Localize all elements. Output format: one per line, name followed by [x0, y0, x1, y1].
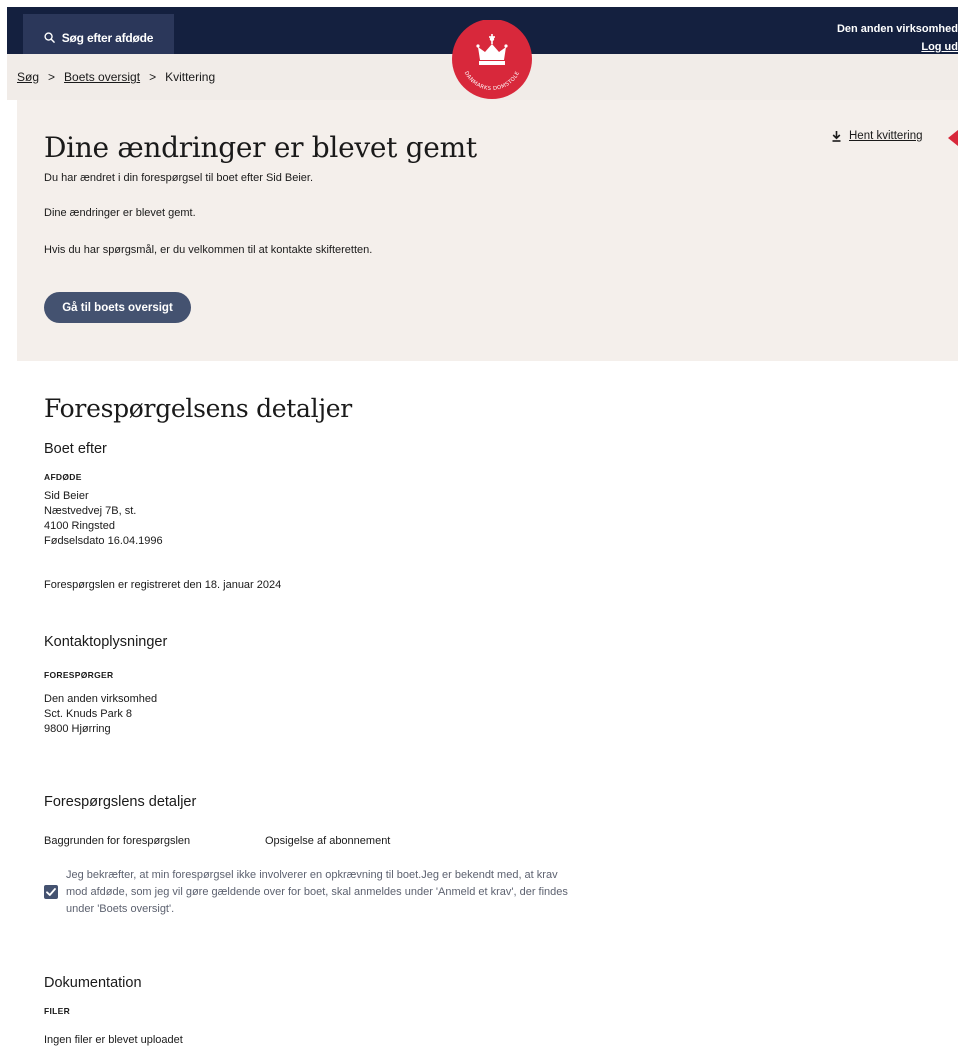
requester-address: Sct. Knuds Park 8	[44, 708, 133, 720]
receipt-line-changed: Du har ændret i din forespørgsel til boe…	[44, 172, 314, 184]
breadcrumb-item-search[interactable]: Søg	[17, 70, 39, 84]
estate-heading: Boet efter	[44, 441, 107, 457]
deceased-info: Sid Beier Næstvedvej 7B, st. 4100 Ringst…	[44, 489, 163, 549]
red-marker	[948, 130, 958, 146]
confirm-line-3: under 'Boets oversigt'.	[66, 903, 175, 915]
search-icon	[44, 32, 55, 43]
checkmark-icon	[46, 888, 56, 896]
download-icon	[832, 130, 841, 142]
logout-link[interactable]: Log ud	[921, 41, 958, 53]
breadcrumb-item-receipt: Kvittering	[165, 70, 216, 84]
download-receipt-link[interactable]: Hent kvittering	[832, 130, 923, 142]
request-details-heading: Forespørgslens detaljer	[44, 794, 197, 810]
registered-date: Forespørgslen er registreret den 18. jan…	[44, 579, 282, 591]
deceased-name: Sid Beier	[44, 490, 89, 502]
requester-name: Den anden virksomhed	[44, 693, 158, 705]
danmarks-domstole-logo[interactable]: DANMARKS DOMSTOLE	[449, 20, 535, 102]
confirm-line-2: mod afdøde, som jeg vil gøre gældende ov…	[66, 886, 568, 898]
breadcrumb-separator: >	[149, 70, 157, 84]
breadcrumb-separator: >	[48, 70, 56, 84]
go-to-estate-overview-button[interactable]: Gå til boets oversigt	[44, 292, 191, 323]
no-files-text: Ingen filer er blevet uploadet	[44, 1034, 183, 1046]
confirm-line-1: Jeg bekræfter, at min forespørgsel ikke …	[66, 869, 558, 881]
requester-label: FORESPØRGER	[44, 670, 114, 680]
search-deceased-label: Søg efter afdøde	[61, 30, 154, 45]
requester-info: Den anden virksomhed Sct. Knuds Park 8 9…	[44, 692, 157, 737]
breadcrumb: Søg > Boets oversigt > Kvittering	[17, 70, 215, 84]
left-edge	[0, 0, 7, 1047]
requester-city: 9800 Hjørring	[44, 723, 111, 735]
breadcrumb-item-estate-overview[interactable]: Boets oversigt	[64, 70, 140, 84]
deceased-city: 4100 Ringsted	[44, 520, 115, 532]
deceased-birthdate: Fødselsdato 16.04.1996	[44, 535, 163, 547]
receipt-line-contact: Hvis du har spørgsmål, er du velkommen t…	[44, 244, 373, 256]
confirm-text: Jeg bekræfter, at min forespørgsel ikke …	[66, 867, 626, 918]
download-receipt-label: Hent kvittering	[849, 130, 923, 142]
files-label: FILER	[44, 1006, 71, 1016]
deceased-label: AFDØDE	[44, 472, 82, 482]
contact-heading: Kontaktoplysninger	[44, 634, 168, 650]
documentation-heading: Dokumentation	[44, 975, 142, 991]
deceased-address: Næstvedvej 7B, st.	[44, 505, 137, 517]
confirm-checkbox[interactable]	[44, 885, 58, 899]
page-title: Dine ændringer er blevet gemt	[44, 131, 477, 164]
details-title: Forespørgelsens detaljer	[44, 394, 352, 423]
reason-key: Baggrunden for forespørgslen	[44, 835, 191, 847]
reason-value: Opsigelse af abonnement	[265, 835, 391, 847]
user-name: Den anden virksomhed	[836, 23, 958, 35]
receipt-line-saved: Dine ændringer er blevet gemt.	[44, 207, 196, 219]
